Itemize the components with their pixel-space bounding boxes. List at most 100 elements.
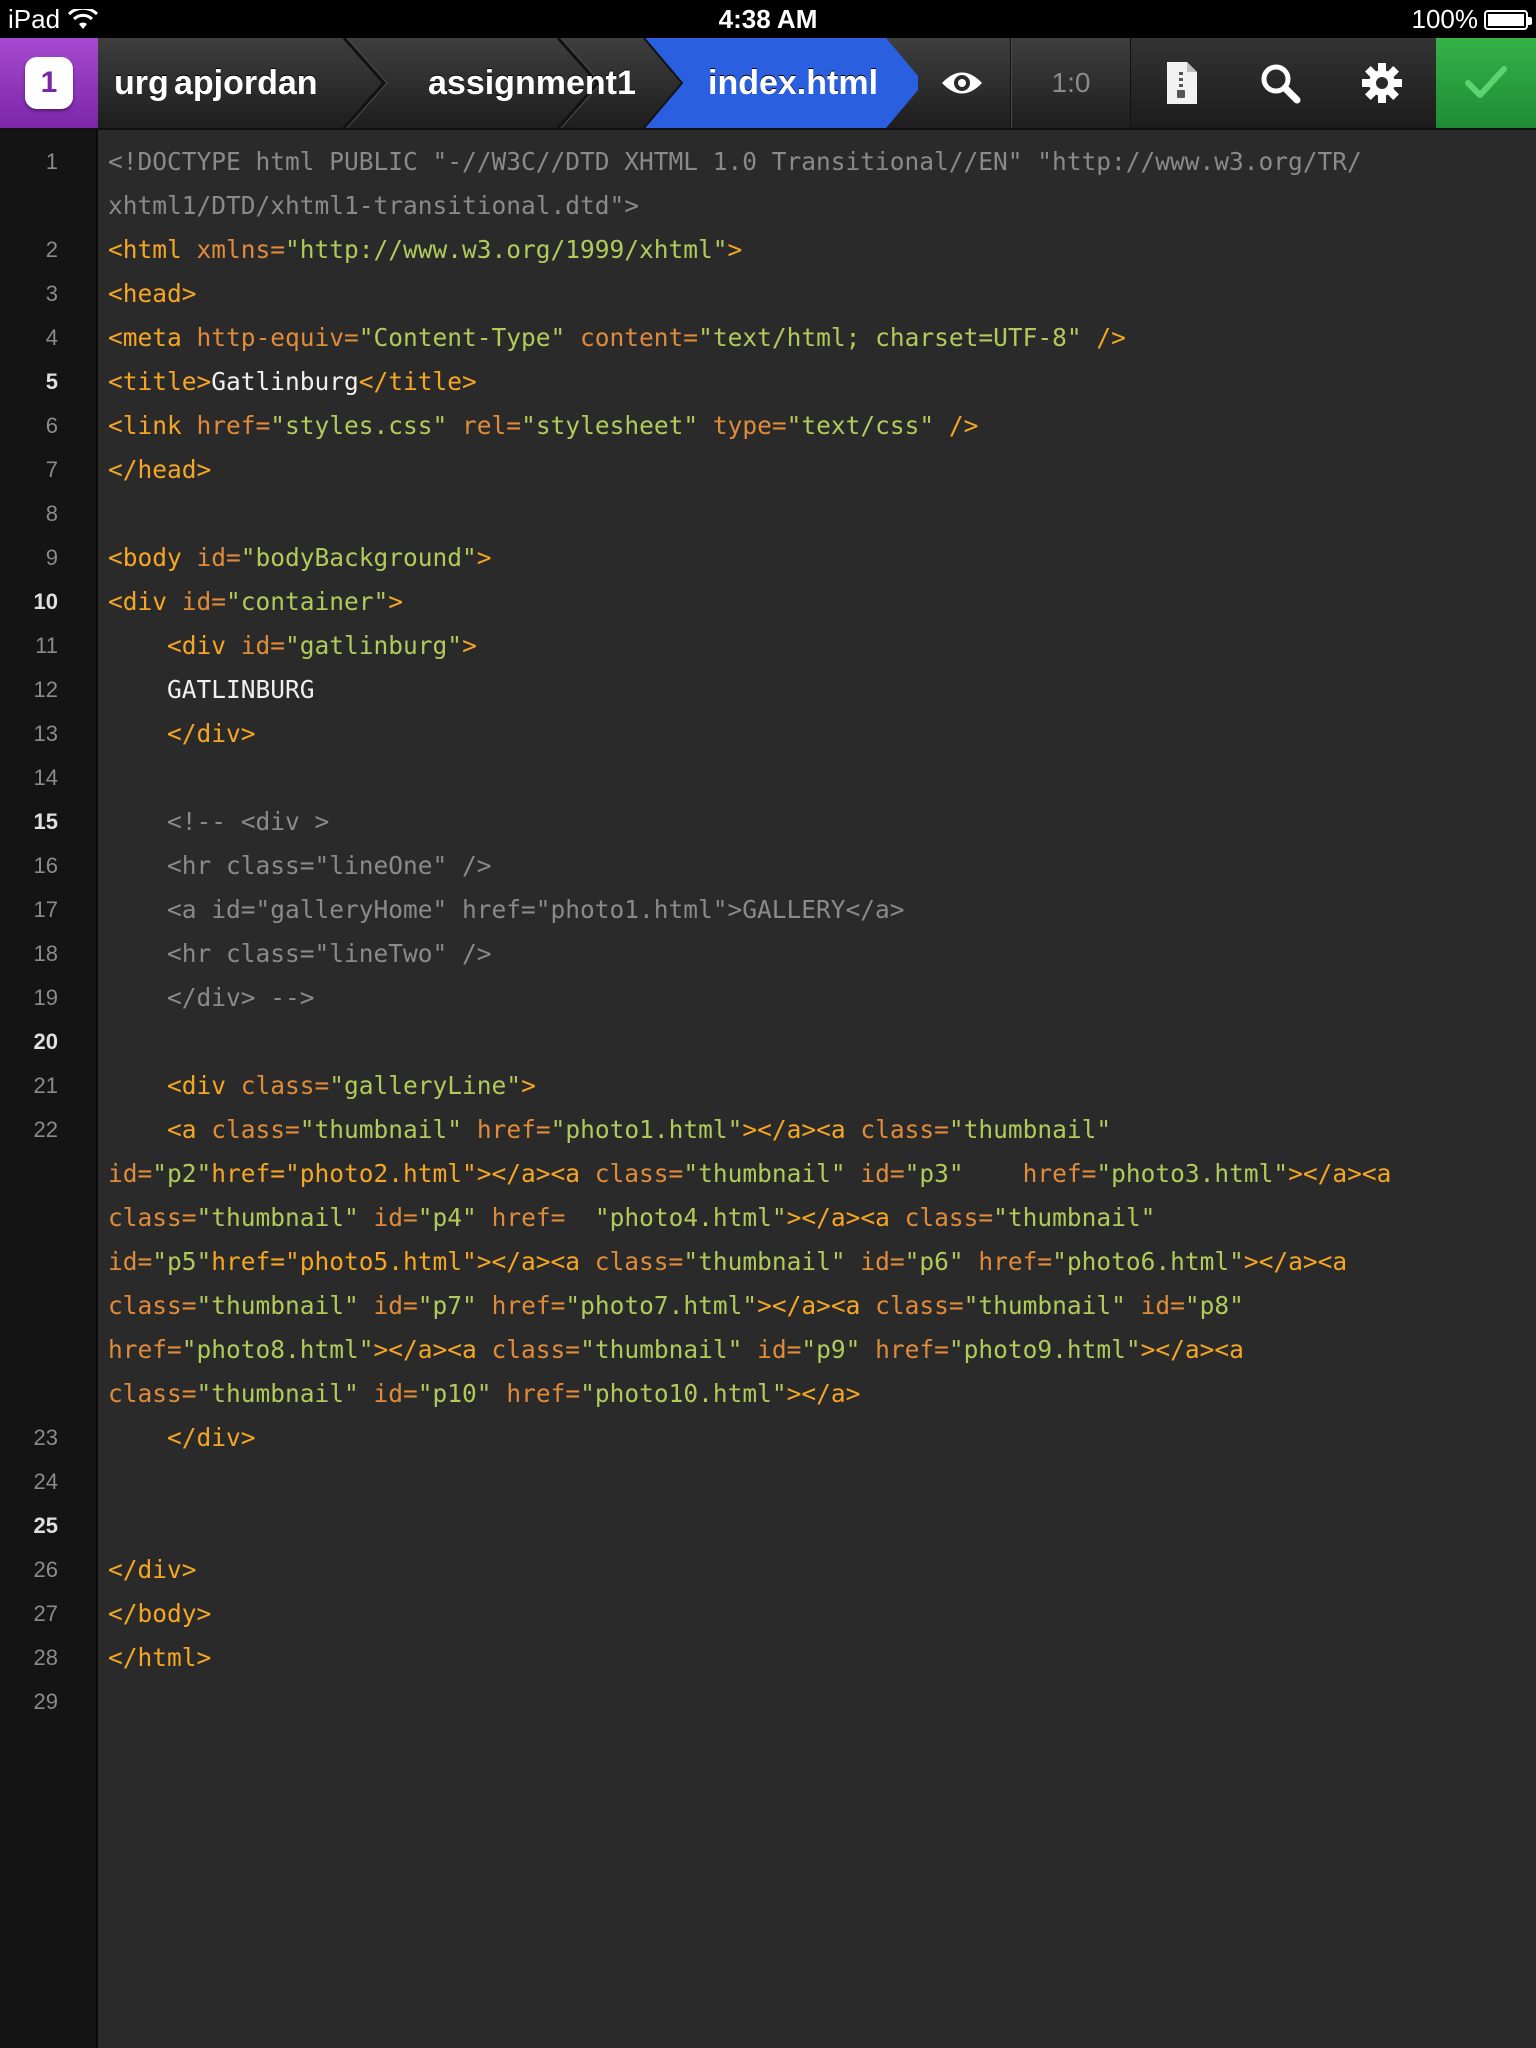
code-line[interactable]: 13 </div> [0,712,1536,756]
code-line[interactable]: 7 </head> [0,448,1536,492]
code-line[interactable]: 9 <body id="bodyBackground"> [0,536,1536,580]
code-token: </div> [167,1423,256,1452]
code-token: "text/css" [786,411,935,440]
line-number: 28 [33,1645,58,1670]
code-line[interactable]: href="photo8.html"></a><a class="thumbna… [0,1328,1536,1372]
code-token: <a id="galleryHome" href="photo1.html">G… [108,895,905,924]
code-line[interactable]: 4 <meta http-equiv="Content-Type" content… [0,316,1536,360]
code-line[interactable]: 3 <head> [0,272,1536,316]
code-token: </head> [108,455,212,484]
code-line[interactable]: 20 [0,1020,1536,1064]
code-token: <body [108,543,197,572]
code-text: class="thumbnail" id="p7" href="photo7.h… [108,1284,1244,1328]
code-token: href= [196,411,271,440]
settings-button[interactable] [1352,38,1412,128]
code-token: class= [594,1159,684,1188]
code-line[interactable]: 15 <!-- <div > [0,800,1536,844]
code-line[interactable]: 12 GATLINBURG [0,668,1536,712]
status-right: 100% [1412,4,1532,35]
line-number: 19 [33,985,58,1010]
code-text: <!DOCTYPE html PUBLIC "-//W3C//DTD XHTML… [108,140,1362,184]
code-line[interactable]: 1 <!DOCTYPE html PUBLIC "-//W3C//DTD XHTM… [0,140,1536,184]
code-line[interactable]: id="p2"href="photo2.html"></a><a class="… [0,1152,1536,1196]
code-text: <hr class="lineOne" /> [108,844,492,888]
breadcrumb-item-index-html[interactable]: index.html [708,38,878,128]
code-line[interactable]: 2 <html xmlns="http://www.w3.org/1999/xht… [0,228,1536,272]
code-text: <html xmlns="http://www.w3.org/1999/xhtm… [108,228,742,272]
code-line[interactable]: 19 </div> --> [0,976,1536,1020]
cursor-position-text: 1:0 [1051,67,1091,98]
code-line[interactable]: 5 <title>Gatlinburg</title> [0,360,1536,404]
code-token: "thumbnail" [196,1291,359,1320]
breadcrumb-separator [342,38,387,128]
code-token: /> [1081,323,1126,352]
code-token: href= [476,1203,595,1232]
code-token: class= [904,1203,994,1232]
code-line[interactable]: 29 [0,1680,1536,1724]
code-text: id="p5"href="photo5.html"></a><a class="… [108,1240,1347,1284]
code-token: href= [860,1335,949,1364]
breadcrumb-item-apjordan[interactable]: apjordan [174,38,318,128]
code-token: </div> [108,1555,197,1584]
code-text: <a id="galleryHome" href="photo1.html">G… [108,888,905,932]
code-text: <body id="bodyBackground"> [108,536,492,580]
code-token: id= [108,1247,153,1276]
preview-button[interactable] [932,38,992,128]
code-token: <!-- <div > [108,807,330,836]
code-token: "thumbnail" [948,1115,1112,1144]
code-token: "photo6.html" [1052,1247,1244,1276]
code-line[interactable]: 24 [0,1460,1536,1504]
code-token: <div [108,587,182,616]
code-token: href="photo2.html"></a><a [211,1159,595,1188]
file-button[interactable] [1152,38,1212,128]
code-token: class= [860,1115,949,1144]
code-token: href= [108,1335,182,1364]
code-line[interactable]: 6 <link href="styles.css" rel="stylesheet… [0,404,1536,448]
code-line[interactable]: 18 <hr class="lineTwo" /> [0,932,1536,976]
code-token: ></a><a [373,1335,492,1364]
code-token: "p10" [417,1379,492,1408]
battery-icon [1484,9,1532,30]
code-line[interactable]: 26 </div> [0,1548,1536,1592]
code-token: "http://www.w3.org/1999/xhtml" [285,235,728,264]
code-line[interactable]: class="thumbnail" id="p4" href= "photo4.… [0,1196,1536,1240]
code-token: class= [594,1247,684,1276]
code-token: href= [476,1291,566,1320]
code-token: ></a> [786,1379,861,1408]
code-line[interactable]: 16 <hr class="lineOne" /> [0,844,1536,888]
app-menu-button[interactable]: 1 [0,38,98,128]
code-line[interactable]: 11 <div id="gatlinburg"> [0,624,1536,668]
code-line[interactable]: 14 [0,756,1536,800]
code-line[interactable]: class="thumbnail" id="p10" href="photo10… [0,1372,1536,1416]
code-line[interactable]: id="p5"href="photo5.html"></a><a class="… [0,1240,1536,1284]
code-line[interactable]: 8 [0,492,1536,536]
line-number: 7 [45,457,58,482]
code-line[interactable]: 27 </body> [0,1592,1536,1636]
code-line[interactable]: class="thumbnail" id="p7" href="photo7.h… [0,1284,1536,1328]
code-token: <div [167,631,241,660]
code-line[interactable]: 10 <div id="container"> [0,580,1536,624]
code-token: "photo10.html" [580,1379,787,1408]
code-token: href= [462,1115,551,1144]
line-number: 22 [33,1117,58,1142]
search-button[interactable] [1250,38,1310,128]
code-token: "p8" [1184,1291,1244,1320]
done-button[interactable] [1436,38,1536,128]
line-number: 18 [33,941,58,966]
code-line[interactable]: 23 </div> [0,1416,1536,1460]
code-token: GATLINBURG [108,675,315,704]
code-text: <a class="thumbnail" href="photo1.html">… [108,1108,1111,1152]
code-text: </div> [108,1548,197,1592]
code-token: "p3" [904,1159,964,1188]
code-line[interactable]: 17 <a id="galleryHome" href="photo1.html… [0,888,1536,932]
code-line[interactable]: 25 [0,1504,1536,1548]
app-badge-number: 1 [40,66,58,99]
breadcrumb-item-assignment1[interactable]: assignment1 [428,38,636,128]
code-token: "gatlinburg" [285,631,463,660]
code-line[interactable]: xhtml1/DTD/xhtml1-transitional.dtd"> [0,184,1536,228]
code-line[interactable]: 21 <div class="galleryLine"> [0,1064,1536,1108]
code-token: <!DOCTYPE html PUBLIC "-//W3C//DTD XHTML… [108,147,1362,176]
line-number: 5 [45,369,58,394]
code-line[interactable]: 28 </html> [0,1636,1536,1680]
code-line[interactable]: 22 <a class="thumbnail" href="photo1.htm… [0,1108,1536,1152]
